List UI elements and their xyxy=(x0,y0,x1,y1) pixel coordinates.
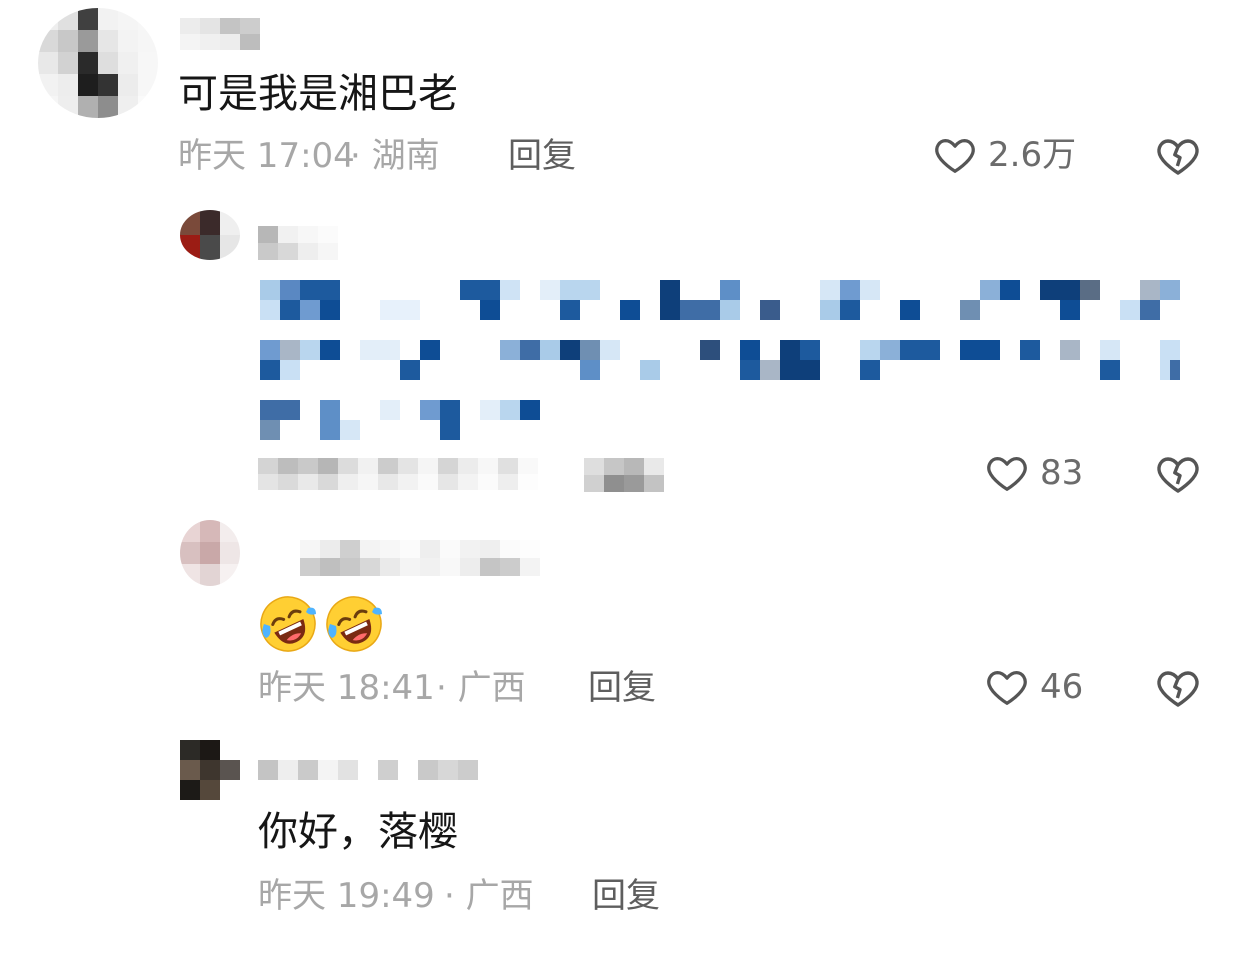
heart-icon xyxy=(987,456,1027,491)
username[interactable] xyxy=(258,226,338,260)
comment-text: 你好，落樱 xyxy=(258,809,458,855)
comment-time: 昨天 18:41 xyxy=(258,668,435,708)
like-button[interactable]: 83 xyxy=(984,450,1083,496)
username[interactable] xyxy=(300,540,540,576)
broken-heart-icon[interactable] xyxy=(1154,664,1202,712)
broken-heart-icon[interactable] xyxy=(1154,132,1202,180)
like-button[interactable]: 46 xyxy=(984,664,1083,710)
like-count: 2.6万 xyxy=(988,135,1077,175)
comment-time: 昨天 17:04 xyxy=(178,136,355,176)
avatar[interactable] xyxy=(38,8,158,118)
comment-time: 昨天 19:49 xyxy=(258,876,435,916)
reply-button[interactable]: 回复 xyxy=(508,136,576,176)
comment-location: · 湖南 xyxy=(350,136,440,176)
comment-text-mosaic xyxy=(260,280,1190,440)
reply-button[interactable]: 回复 xyxy=(592,876,660,916)
comment-location: · 广西 xyxy=(444,876,534,916)
like-count: 83 xyxy=(1040,453,1084,493)
avatar[interactable] xyxy=(180,740,240,800)
comment-location: · 广西 xyxy=(436,668,526,708)
like-count: 46 xyxy=(1040,667,1084,707)
rolling-on-floor-laughing-icon xyxy=(260,596,316,652)
reply-button[interactable] xyxy=(584,458,664,492)
like-button[interactable]: 2.6万 xyxy=(932,132,1076,178)
username[interactable] xyxy=(180,18,260,50)
mosaic xyxy=(260,280,1180,440)
username[interactable] xyxy=(258,760,480,780)
rolling-on-floor-laughing-icon xyxy=(326,596,382,652)
broken-heart-icon[interactable] xyxy=(1154,450,1202,498)
reply-button[interactable]: 回复 xyxy=(588,668,656,708)
heart-icon xyxy=(935,138,975,173)
heart-icon xyxy=(987,670,1027,705)
comment-text: 可是我是湘巴老 xyxy=(178,71,458,117)
avatar[interactable] xyxy=(180,210,240,260)
avatar[interactable] xyxy=(180,520,240,586)
comment-meta-mosaic xyxy=(258,458,538,490)
